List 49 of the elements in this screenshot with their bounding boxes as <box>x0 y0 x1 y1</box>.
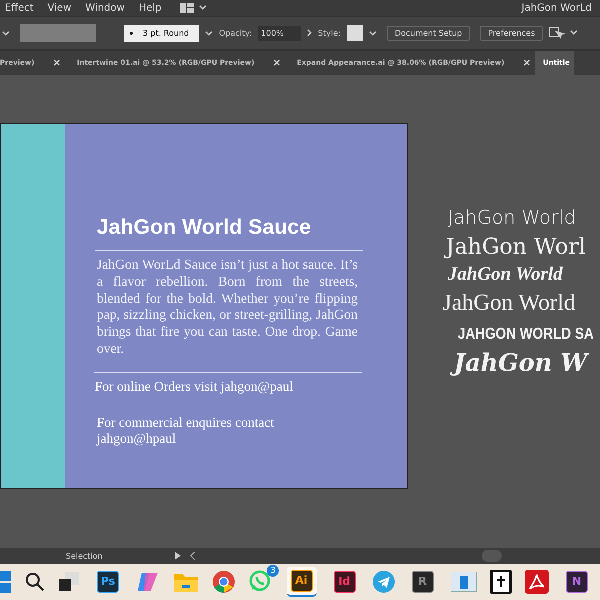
menu-item[interactable]: Window <box>86 2 125 14</box>
brush-dropdown[interactable]: 3 pt. Round <box>124 24 200 42</box>
commercial-text: For commercial enquires contact jahgon@hpaul <box>97 414 276 447</box>
body-paragraph: JahGon WorLd Sauce isn’t just a hot sauce. It’s a flavor rebellion. Born from the streets, blended for the bold. Whether you’re flipping pap, sizzling chicken, or street-grilling, JahGon brings that fire you can taste. One drop. Game over. <box>97 257 358 358</box>
windows-start-icon[interactable] <box>0 571 12 593</box>
menu-item[interactable]: Effect <box>5 2 34 14</box>
chat-bubble-icon[interactable] <box>249 570 272 592</box>
workspace-layout-icon[interactable] <box>180 2 208 14</box>
caret-icon[interactable] <box>2 30 10 36</box>
style-swatch[interactable] <box>346 25 363 41</box>
search-icon[interactable] <box>25 572 46 592</box>
toolbar-button[interactable]: Document Setup <box>386 26 470 40</box>
artboard-title: JahGon World Sauce <box>97 216 312 240</box>
font-sample-text: JahGon World <box>447 207 578 229</box>
opacity-label: Opacity: <box>219 28 252 38</box>
app-icon: Ai <box>290 570 312 592</box>
notification-badge: 3 <box>267 565 280 577</box>
window-icon[interactable] <box>450 572 477 592</box>
scrollbar-thumb[interactable] <box>482 550 502 562</box>
caret-icon[interactable] <box>205 30 214 36</box>
copilot-icon[interactable] <box>136 571 160 593</box>
book-cross-icon[interactable] <box>490 570 512 594</box>
chrome-icon[interactable] <box>212 570 236 594</box>
status-tool-label: Selection <box>66 552 104 560</box>
font-sample-text: JahGon Worl <box>446 235 588 260</box>
close-icon[interactable]: × <box>272 58 282 68</box>
pdf-icon[interactable] <box>524 570 549 594</box>
font-sample-text: JAHGON WORLD SA <box>458 326 594 344</box>
telegram-icon[interactable] <box>372 571 395 593</box>
orders-text: For online Orders visit jahgon@paul <box>95 378 294 395</box>
opacity-field[interactable]: 100% <box>258 26 302 40</box>
toolbar-button[interactable]: Preferences <box>480 26 544 40</box>
font-sample-text: JahGon World <box>447 264 564 286</box>
menu-item[interactable]: Help <box>138 2 162 14</box>
scroll-left-icon[interactable] <box>190 552 196 560</box>
stroke-swatch[interactable] <box>20 24 96 42</box>
close-icon[interactable]: × <box>52 58 62 68</box>
arrange-icon[interactable] <box>549 26 580 40</box>
play-icon[interactable] <box>174 552 182 560</box>
font-sample-text: JahGon World <box>443 290 577 316</box>
workspace-switcher[interactable]: JahGon WorLd <box>522 2 592 14</box>
caret-icon[interactable] <box>368 30 377 36</box>
folder-icon[interactable] <box>173 571 200 593</box>
menu-item[interactable]: View <box>48 2 72 14</box>
task-view-icon[interactable] <box>58 572 80 592</box>
close-icon[interactable]: × <box>522 58 532 68</box>
chevron-right-icon[interactable] <box>307 29 312 37</box>
taskbar-app-button[interactable]: Ai <box>286 567 316 597</box>
style-label: Style: <box>318 28 341 38</box>
